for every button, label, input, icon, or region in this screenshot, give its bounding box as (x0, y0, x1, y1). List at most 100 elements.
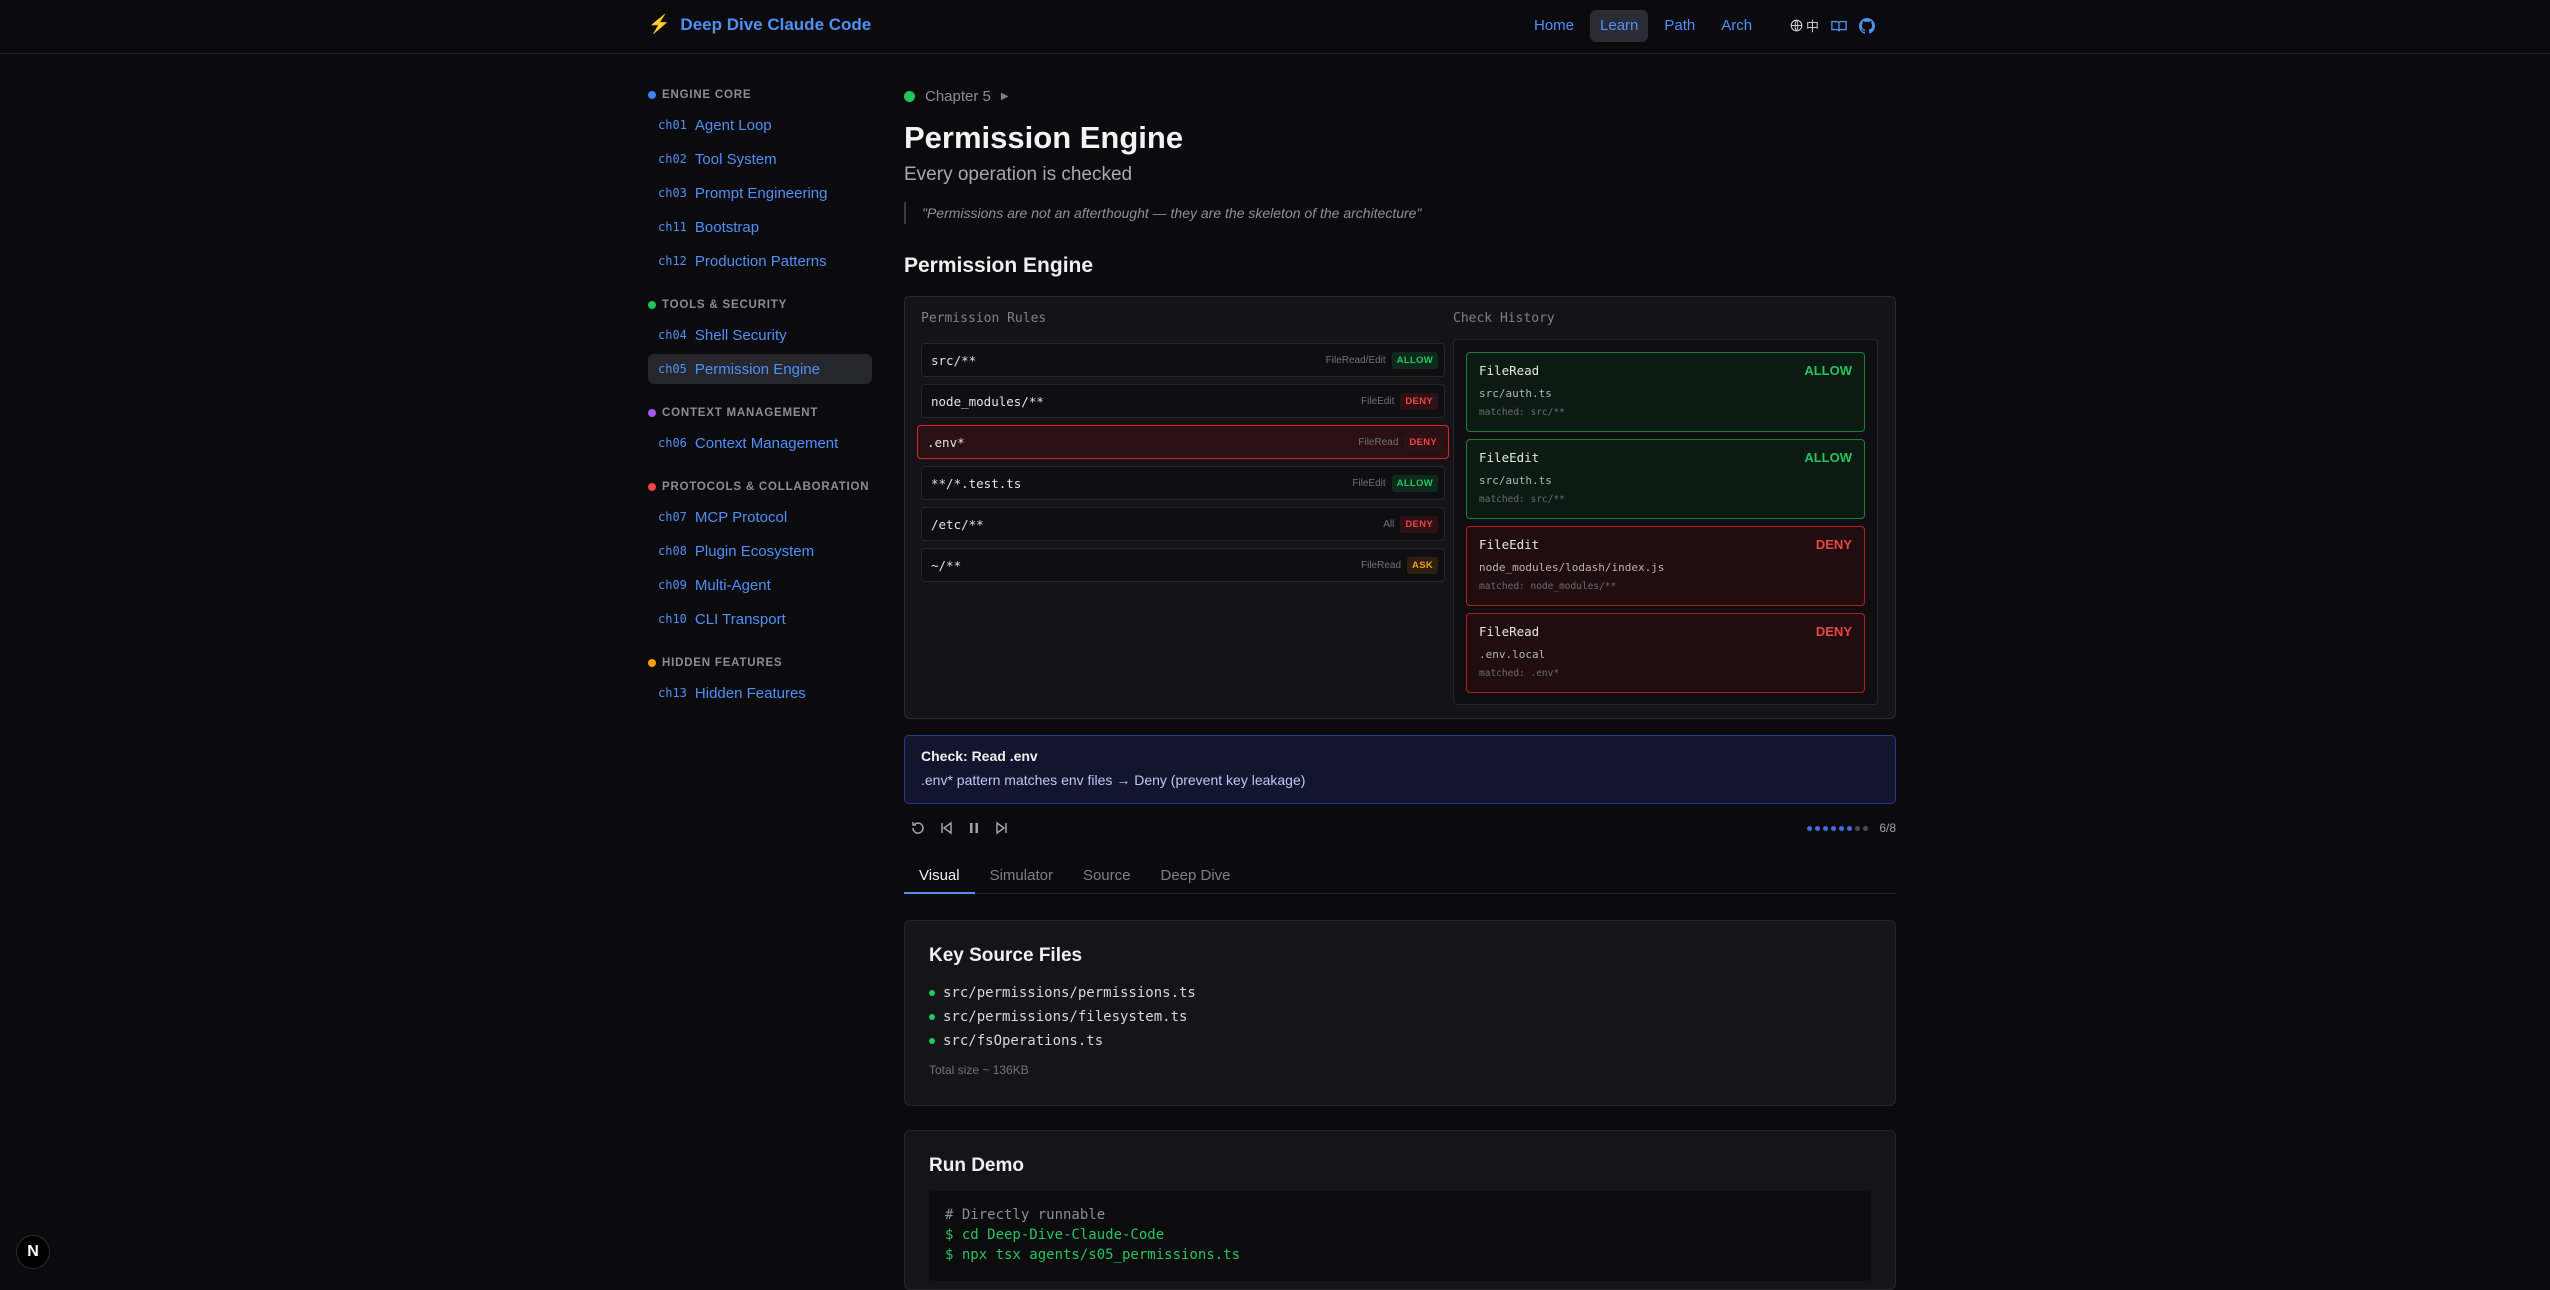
bullet-dot (929, 1014, 935, 1020)
history-tool: FileRead (1479, 363, 1540, 378)
play-triangle-icon: ▶ (1000, 90, 1009, 102)
main-content: Chapter 5 ▶ Permission Engine Every oper… (904, 84, 1896, 1290)
rule-tool: FileEdit (1361, 395, 1395, 407)
sidebar-item-ch08[interactable]: ch08 Plugin Ecosystem (648, 536, 872, 566)
chapter-number: ch10 (658, 612, 687, 626)
chapter-number: ch06 (658, 436, 687, 450)
brand-link[interactable]: ⚡ Deep Dive Claude Code (648, 14, 871, 35)
history-tool: FileRead (1479, 624, 1540, 639)
sidebar-group-tools-security: TOOLS & SECURITY ch04 Shell Security ch05… (648, 294, 872, 384)
chapter-number: ch04 (658, 328, 687, 342)
chapter-label: Prompt Engineering (694, 184, 828, 202)
page-title: Permission Engine (904, 120, 1184, 155)
toolbar: 中 (1790, 16, 1876, 35)
rules-label: Permission Rules (921, 311, 1047, 326)
decision-badge: ASK (1407, 556, 1438, 574)
explanation-title: Check: Read .env (921, 748, 1038, 764)
nav-arch[interactable]: Arch (1711, 10, 1762, 42)
decision-badge: ALLOW (1391, 474, 1438, 492)
history-matched: matched: node_modules/** (1479, 581, 1617, 592)
sidebar-item-ch09[interactable]: ch09 Multi-Agent (648, 570, 872, 600)
sidebar-item-ch10[interactable]: ch10 CLI Transport (648, 604, 872, 634)
tab-deep-dive[interactable]: Deep Dive (1145, 866, 1245, 894)
rule-tool: FileRead/Edit (1325, 354, 1386, 366)
progress-dot[interactable] (1855, 825, 1861, 831)
dev-tools-badge[interactable]: N (16, 1235, 50, 1269)
code-block[interactable]: # Directly runnable $ cd Deep-Dive-Claud… (929, 1191, 1871, 1281)
sidebar-item-ch06[interactable]: ch06 Context Management (648, 428, 872, 458)
sidebar-section-header: PROTOCOLS & COLLABORATION (648, 476, 872, 498)
section-title: PROTOCOLS & COLLABORATION (662, 481, 870, 493)
tab-simulator[interactable]: Simulator (975, 866, 1068, 894)
decision-badge: ALLOW (1391, 351, 1438, 369)
progress-dot[interactable] (1815, 825, 1821, 831)
status-dot (904, 90, 915, 102)
section-dot (648, 483, 656, 491)
section-dot (648, 409, 656, 417)
chapter-label: Hidden Features (694, 684, 806, 702)
globe-icon (1790, 19, 1803, 32)
section-title: HIDDEN FEATURES (662, 657, 783, 669)
tab-visual[interactable]: Visual (904, 866, 975, 894)
progress-dot[interactable] (1807, 825, 1813, 831)
book-icon[interactable] (1831, 19, 1847, 33)
sidebar-item-ch04[interactable]: ch04 Shell Security (648, 320, 872, 350)
sidebar-group-hidden-features: HIDDEN FEATURES ch13 Hidden Features (648, 652, 872, 708)
sidebar-item-ch11[interactable]: ch11 Bootstrap (648, 212, 872, 242)
chapter-number: ch03 (658, 186, 687, 200)
top-bar: ⚡ Deep Dive Claude Code Home Learn Path … (0, 0, 2550, 54)
history-label: Check History (1453, 311, 1555, 326)
sidebar-item-ch03[interactable]: ch03 Prompt Engineering (648, 178, 872, 208)
sidebar-item-ch05[interactable]: ch05 Permission Engine (648, 354, 872, 384)
history-matched: matched: .env* (1479, 668, 1560, 679)
sidebar-item-ch01[interactable]: ch01 Agent Loop (648, 110, 872, 140)
bullet-dot (929, 1038, 935, 1044)
chapter-quote: "Permissions are not an afterthought — t… (904, 202, 1896, 224)
chapter-number: ch02 (658, 152, 687, 166)
progress-dot[interactable] (1839, 825, 1845, 831)
code-line: $ cd Deep-Dive-Claude-Code (945, 1227, 1165, 1243)
rule-tool: All (1383, 518, 1395, 530)
language-switch-button[interactable]: 中 (1790, 16, 1819, 35)
github-icon[interactable] (1859, 17, 1876, 34)
sidebar-item-ch02[interactable]: ch02 Tool System (648, 144, 872, 174)
chapter-label: Bootstrap (694, 218, 760, 236)
tab-source[interactable]: Source (1068, 866, 1146, 894)
step-explanation: Check: Read .env .env* pattern matches e… (904, 735, 1896, 804)
nav-home[interactable]: Home (1524, 10, 1584, 42)
sidebar-item-ch13[interactable]: ch13 Hidden Features (648, 678, 872, 708)
pause-icon[interactable] (966, 820, 982, 836)
history-matched: matched: src/** (1479, 494, 1565, 505)
sidebar-item-ch12[interactable]: ch12 Production Patterns (648, 246, 872, 276)
rule-tool: FileEdit (1352, 477, 1386, 489)
source-file-item[interactable]: src/permissions/filesystem.ts (929, 1005, 1871, 1029)
explanation-text: .env* pattern matches env files → Deny (… (921, 772, 1306, 788)
nav-learn[interactable]: Learn (1590, 10, 1649, 42)
rule-row-highlighted: .env* FileRead DENY (917, 425, 1449, 459)
sidebar-group-engine-core: ENGINE CORE ch01 Agent Loop ch02 Tool Syst… (648, 84, 872, 276)
nav-path[interactable]: Path (1654, 10, 1705, 42)
check-history-list: FileRead ALLOW src/auth.ts matched: src/** … (1453, 339, 1878, 705)
step-back-icon[interactable] (938, 820, 954, 836)
progress-dot[interactable] (1847, 825, 1853, 831)
chapter-number: ch08 (658, 544, 687, 558)
reset-icon[interactable] (910, 820, 926, 836)
chapter-label: Context Management (694, 434, 839, 452)
progress-dot[interactable] (1863, 825, 1869, 831)
sidebar-group-context-management: CONTEXT MANAGEMENT ch06 Context Managemen… (648, 402, 872, 458)
sidebar-item-ch07[interactable]: ch07 MCP Protocol (648, 502, 872, 532)
history-path: src/auth.ts (1479, 474, 1552, 487)
progress-dot[interactable] (1823, 825, 1829, 831)
page-subtitle: Every operation is checked (904, 164, 1133, 185)
progress-dot[interactable] (1831, 825, 1837, 831)
source-file-item[interactable]: src/permissions/permissions.ts (929, 981, 1871, 1005)
chapter-label: Plugin Ecosystem (694, 542, 815, 560)
history-result: DENY (1815, 537, 1852, 552)
step-forward-icon[interactable] (994, 820, 1010, 836)
file-path: src/permissions/permissions.ts (943, 985, 1196, 1001)
section-dot (648, 91, 656, 99)
permission-visualization: Permission Rules Check History src/** Fil… (904, 296, 1896, 719)
rule-row: src/** FileRead/Edit ALLOW (921, 343, 1445, 377)
total-size: Total size ~ 136KB (929, 1063, 1029, 1077)
source-file-item[interactable]: src/fsOperations.ts (929, 1029, 1871, 1053)
